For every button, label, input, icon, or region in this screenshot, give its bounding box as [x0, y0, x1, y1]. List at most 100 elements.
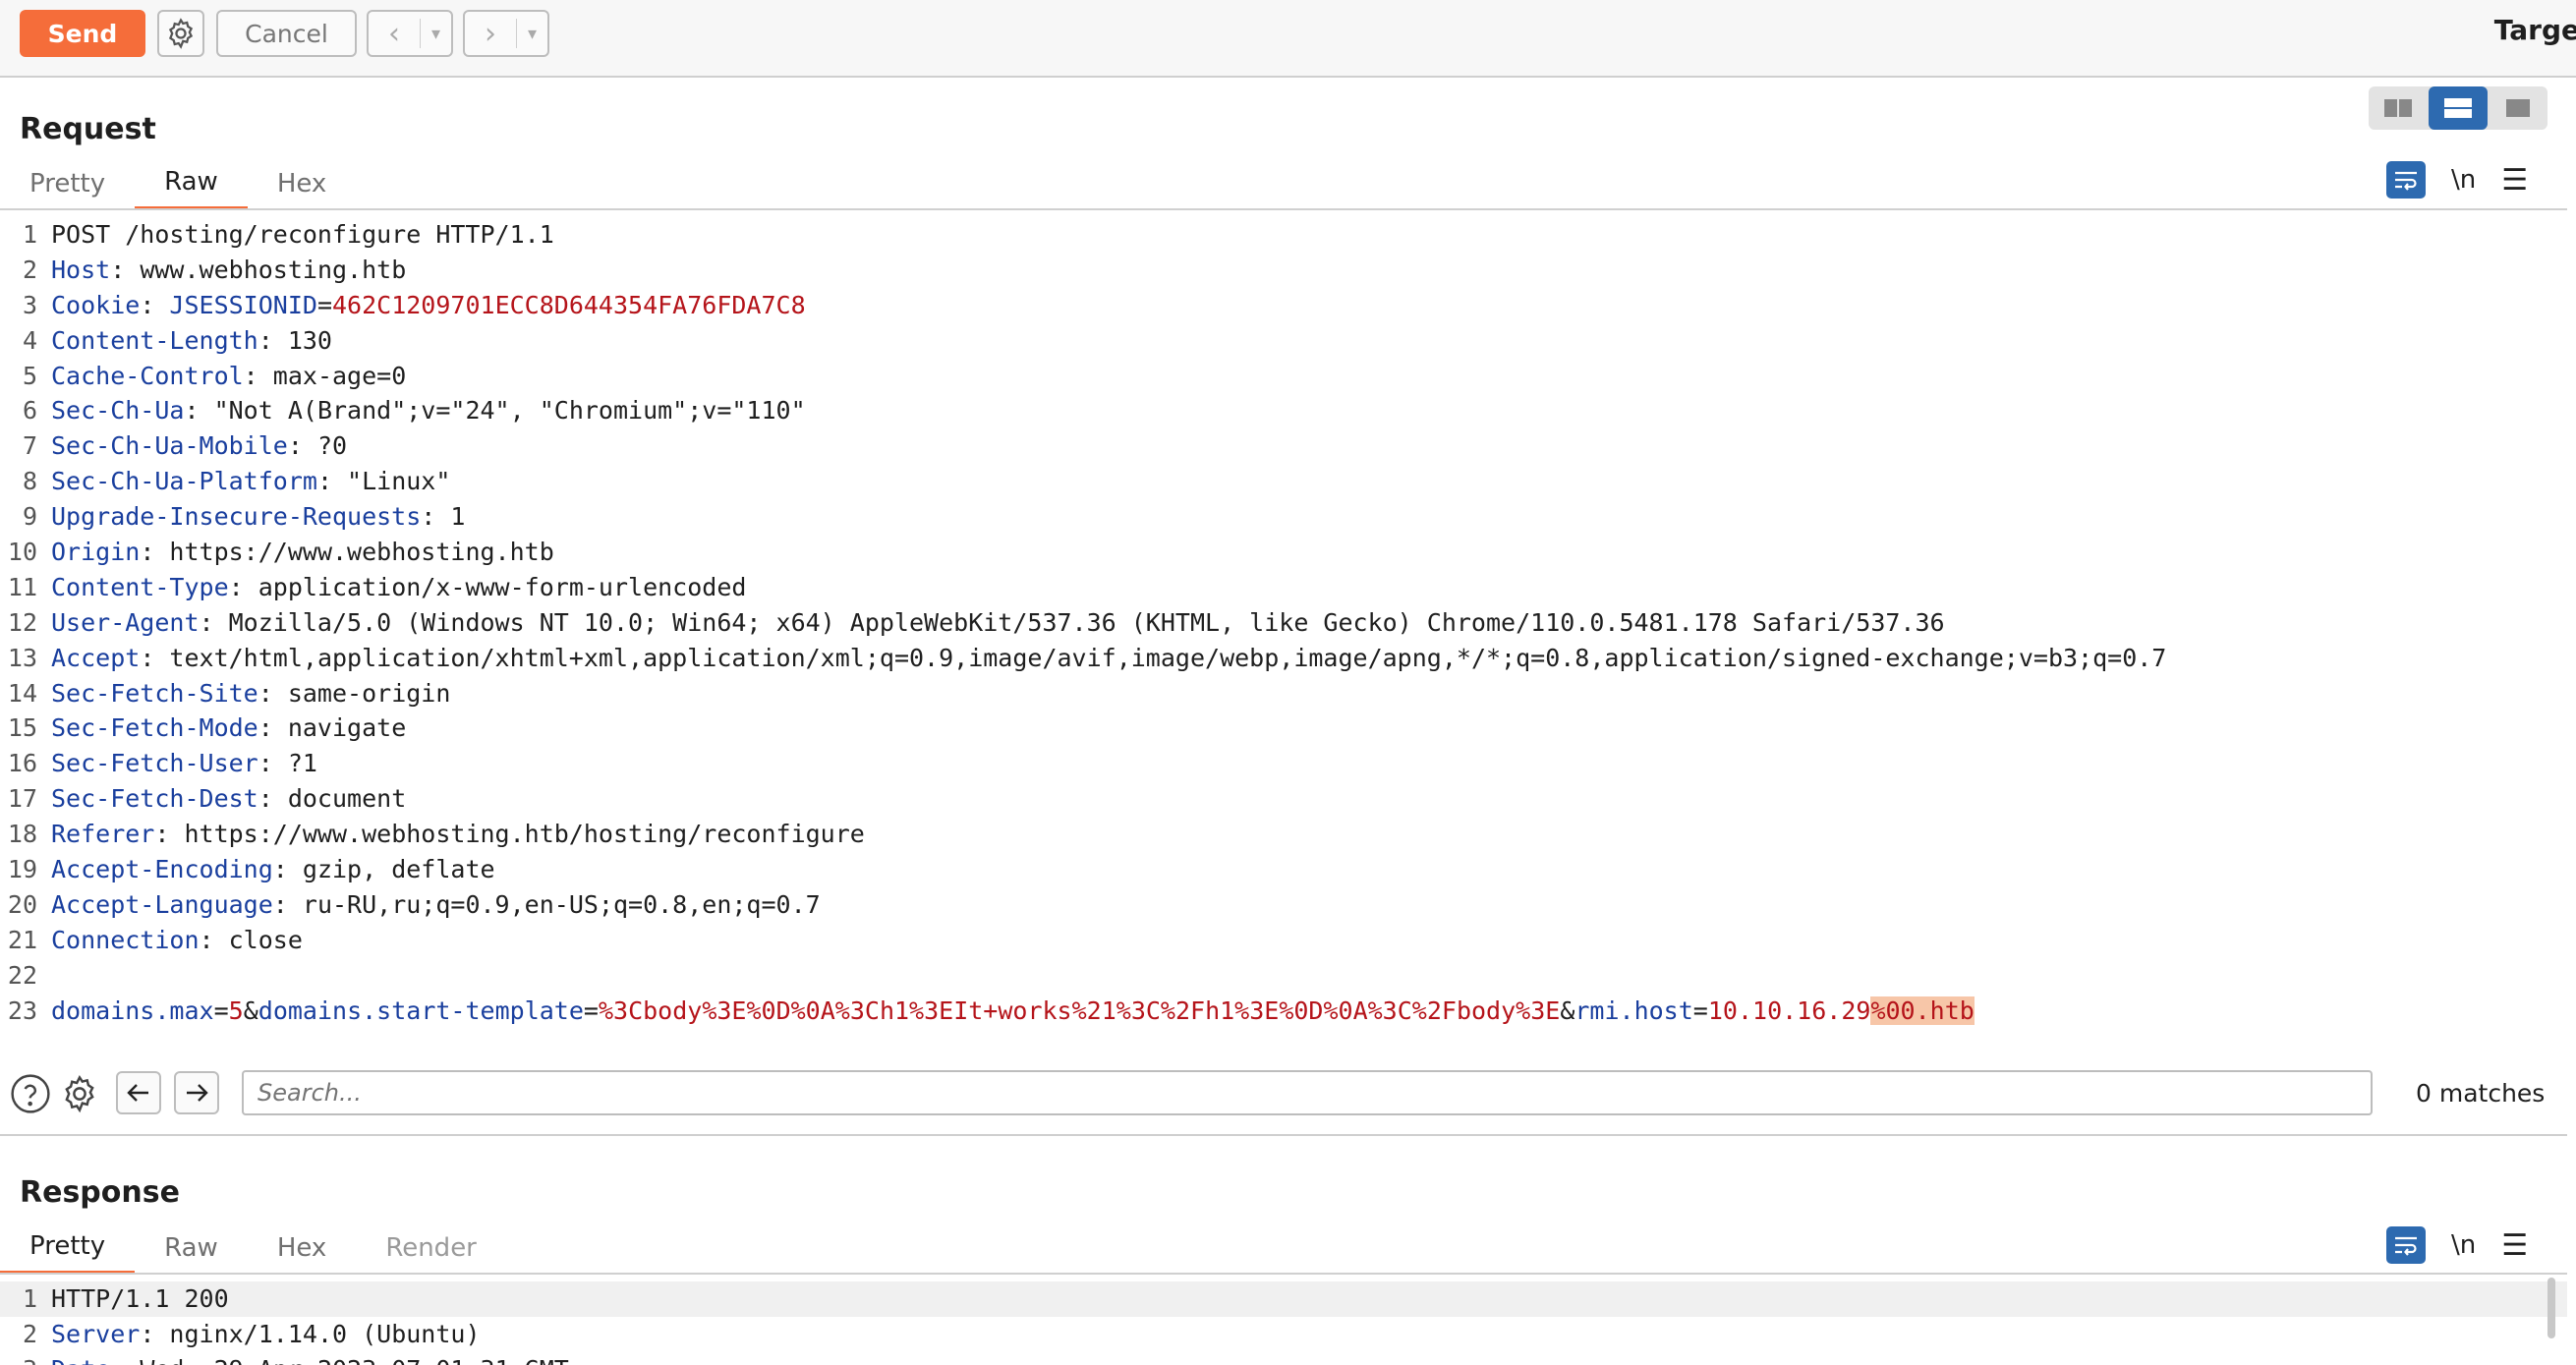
param-value: 5 [228, 995, 244, 1025]
code-text: Sec-Fetch-Mode: navigate [51, 713, 407, 743]
header-name: Origin [51, 538, 141, 567]
header-name: Sec-Fetch-Mode [51, 713, 258, 743]
search-settings-button[interactable] [57, 1071, 102, 1116]
code-text: Accept: text/html,application/xhtml+xml,… [51, 643, 2167, 672]
help-button[interactable] [8, 1071, 53, 1116]
gear-icon [65, 1074, 94, 1113]
response-title: Response [20, 1175, 180, 1210]
line-number: 12 [7, 607, 37, 637]
code-text: HTTP/1.1 200 [51, 1281, 229, 1317]
code-line: 17 Sec-Fetch-Dest: document [0, 781, 2567, 817]
code-text: Content-Length: 130 [51, 325, 332, 355]
header-value: max-age=0 [258, 361, 407, 390]
code-text: Upgrade-Insecure-Requests: 1 [51, 502, 466, 532]
tab-render[interactable]: Render [356, 1222, 506, 1275]
show-newlines-button[interactable]: \n [2451, 165, 2476, 195]
line-number: 22 [7, 960, 37, 990]
back-nav-group[interactable]: ‹ ▾ [367, 10, 453, 57]
header-name: Cookie [51, 290, 141, 319]
header-name: Date [51, 1355, 110, 1365]
code-text: Server: nginx/1.14.0 (Ubuntu) [51, 1319, 481, 1348]
code-text: POST /hosting/reconfigure HTTP/1.1 [51, 217, 554, 253]
tab-raw[interactable]: Raw [135, 157, 248, 210]
code-line: 3 Date: Wed, 29 Apr 2023 07:01:31 GMT [0, 1352, 2567, 1365]
tab-raw[interactable]: Raw [135, 1222, 248, 1275]
header-value: nginx/1.14.0 (Ubuntu) [154, 1319, 481, 1348]
header-name: Referer [51, 820, 155, 849]
line-number: 11 [7, 572, 37, 601]
settings-button[interactable] [157, 10, 204, 57]
vertical-scrollbar[interactable] [2547, 1278, 2555, 1338]
response-tabs: Pretty Raw Hex Render [0, 1222, 506, 1275]
header-name: Sec-Fetch-Dest [51, 784, 258, 814]
tab-hex[interactable]: Hex [248, 1222, 356, 1275]
tab-hex[interactable]: Hex [248, 157, 356, 210]
forward-nav-group[interactable]: › ▾ [463, 10, 549, 57]
header-value: ?1 [272, 749, 317, 778]
dropdown-arrow-icon[interactable]: ▾ [421, 24, 451, 44]
header-value: gzip, deflate [287, 855, 495, 884]
header-value: "Linux" [332, 467, 451, 496]
line-number: 21 [7, 925, 37, 954]
chevron-right-icon[interactable]: › [465, 17, 516, 51]
header-name: Server [51, 1319, 141, 1348]
hamburger-menu-icon[interactable]: ☰ [2501, 1228, 2528, 1263]
code-line: 5 Cache-Control: max-age=0 [0, 359, 2567, 394]
layout-single-button[interactable] [2488, 86, 2547, 130]
line-number: 17 [7, 784, 37, 814]
header-value: Mozilla/5.0 (Windows NT 10.0; Win64; x64… [213, 607, 1945, 637]
header-value: www.webhosting.htb [125, 255, 407, 284]
code-text: Sec-Fetch-Site: same-origin [51, 678, 451, 708]
header-value: "Not A(Brand";v="24", "Chromium";v="110" [199, 396, 806, 426]
previous-match-button[interactable] [116, 1071, 161, 1114]
search-field[interactable] [242, 1070, 2373, 1115]
code-text: Connection: close [51, 925, 303, 954]
help-circle-icon [11, 1074, 50, 1113]
code-line: 10 Origin: https://www.webhosting.htb [0, 535, 2567, 570]
header-name: Host [51, 255, 111, 284]
cookie-name: JSESSIONID [169, 290, 317, 319]
next-match-button[interactable] [174, 1071, 219, 1114]
code-line: 18 Referer: https://www.webhosting.htb/ho… [0, 817, 2567, 852]
target-label[interactable]: Targe [2494, 14, 2576, 46]
code-text: Cookie: JSESSIONID=462C1209701ECC8D64435… [51, 290, 806, 319]
code-line: 2 Host: www.webhosting.htb [0, 253, 2567, 288]
word-wrap-button[interactable] [2386, 1226, 2426, 1264]
chevron-left-icon[interactable]: ‹ [369, 17, 420, 51]
header-value: ?0 [302, 431, 348, 461]
cookie-value: 462C1209701ECC8D644354FA76FDA7C8 [332, 290, 806, 319]
hamburger-menu-icon[interactable]: ☰ [2501, 163, 2528, 198]
code-line: 14 Sec-Fetch-Site: same-origin [0, 676, 2567, 711]
word-wrap-icon [2395, 171, 2417, 191]
response-editor[interactable]: 1 HTTP/1.1 200 2 Server: nginx/1.14.0 (Ubun… [0, 1281, 2567, 1365]
line-number: 2 [22, 255, 37, 284]
word-wrap-icon [2395, 1236, 2417, 1256]
layout-side-by-side-button[interactable] [2369, 86, 2429, 130]
show-newlines-button[interactable]: \n [2451, 1230, 2476, 1260]
dropdown-arrow-icon[interactable]: ▾ [517, 24, 547, 44]
gear-icon [168, 18, 194, 49]
cancel-button[interactable]: Cancel [216, 10, 357, 57]
line-number: 2 [22, 1319, 37, 1348]
request-editor[interactable]: 1 POST /hosting/reconfigure HTTP/1.1 2 Host… [0, 217, 2567, 1043]
match-count: 0 matches [2416, 1079, 2546, 1108]
code-text: Sec-Ch-Ua-Platform: "Linux" [51, 467, 451, 496]
layout-toggle[interactable] [2369, 86, 2547, 130]
tab-pretty[interactable]: Pretty [0, 157, 135, 210]
line-number: 1 [22, 1284, 37, 1313]
single-pane-icon [2505, 99, 2530, 117]
panel-divider[interactable] [0, 1134, 2567, 1136]
header-name: Upgrade-Insecure-Requests [51, 502, 422, 532]
code-line: 1 POST /hosting/reconfigure HTTP/1.1 [0, 217, 2567, 253]
layout-stacked-button[interactable] [2428, 86, 2489, 130]
send-button[interactable]: Send [20, 10, 145, 57]
line-number: 9 [22, 502, 37, 532]
word-wrap-button[interactable] [2386, 161, 2426, 199]
tab-pretty[interactable]: Pretty [0, 1222, 136, 1275]
search-input[interactable] [256, 1078, 2371, 1108]
code-text: Cache-Control: max-age=0 [51, 361, 407, 390]
header-value: text/html,application/xhtml+xml,applicat… [154, 643, 2167, 672]
code-line: 19 Accept-Encoding: gzip, deflate [0, 852, 2567, 887]
code-text: Content-Type: application/x-www-form-url… [51, 572, 747, 601]
header-name: User-Agent [51, 607, 200, 637]
